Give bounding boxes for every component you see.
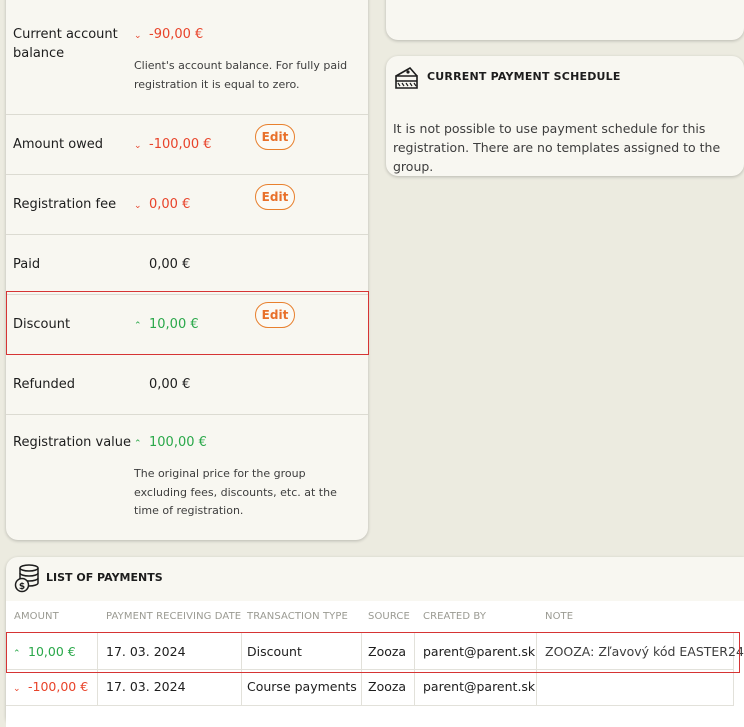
balance-row-registration-value: Registration value ⌃ 100,00 € The origina… [6, 414, 368, 540]
coin-stack-icon: $ [14, 564, 39, 593]
refunded-label: Refunded [13, 377, 76, 392]
registration-fee-value: ⌄ 0,00 € [134, 195, 190, 216]
chevron-down-icon: ⌄ [134, 31, 142, 41]
column-header-note[interactable]: NOTE [545, 611, 573, 622]
refunded-value: 0,00 € [149, 377, 191, 392]
divider [6, 705, 734, 706]
payment-amount: ⌄ -100,00 € [13, 679, 88, 697]
amount-owed-label: Amount owed [13, 137, 104, 152]
column-header-type[interactable]: TRANSACTION TYPE [247, 611, 348, 622]
chevron-down-icon: ⌄ [134, 201, 142, 211]
balance-row-amount-owed: Amount owed ⌄ -100,00 € Edit [6, 114, 368, 175]
paid-value: 0,00 € [149, 257, 191, 272]
registration-value-label: Registration value [13, 435, 132, 450]
column-header-amount[interactable]: AMOUNT [14, 611, 59, 622]
balance-row-paid: Paid 0,00 € [6, 234, 368, 295]
cake-slice-icon [395, 66, 418, 89]
chevron-down-icon: ⌄ [13, 684, 21, 694]
payment-source: Zooza [368, 679, 407, 694]
registration-fee-edit-button[interactable]: Edit [255, 184, 295, 210]
amount-owed-edit-button[interactable]: Edit [255, 124, 295, 150]
payments-title: LIST OF PAYMENTS [46, 571, 163, 584]
paid-label: Paid [13, 257, 41, 272]
payment-type: Course payments [247, 679, 357, 694]
payment-schedule-title: CURRENT PAYMENT SCHEDULE [427, 70, 621, 83]
chevron-down-icon: ⌄ [134, 141, 142, 151]
current-balance-value: ⌄ -90,00 € [134, 25, 203, 46]
current-balance-help: Client's account balance. For fully paid… [134, 59, 348, 91]
current-balance-label: Current account balance [13, 27, 118, 61]
column-header-created-by[interactable]: CREATED BY [423, 611, 486, 622]
column-header-date[interactable]: PAYMENT RECEIVING DATE [106, 611, 241, 622]
svg-text:$: $ [19, 582, 25, 592]
payment-date: 17. 03. 2024 [106, 679, 186, 694]
payment-schedule-card: CURRENT PAYMENT SCHEDULE It is not possi… [386, 56, 744, 176]
registration-value-value: ⌃ 100,00 € [134, 433, 207, 454]
balance-card: Current account balance ⌄ -90,00 € Client… [6, 0, 368, 540]
payment-schedule-text: It is not possible to use payment schedu… [393, 121, 721, 174]
balance-row-refunded: Refunded 0,00 € [6, 354, 368, 415]
payment-created-by: parent@parent.sk [423, 679, 536, 694]
amount-owed-value: ⌄ -100,00 € [134, 135, 212, 156]
balance-row-current: Current account balance ⌄ -90,00 € Client… [6, 0, 368, 115]
top-right-card [386, 0, 744, 40]
registration-fee-label: Registration fee [13, 197, 117, 212]
balance-row-registration-fee: Registration fee ⌄ 0,00 € Edit [6, 174, 368, 235]
payment-row-highlight [6, 632, 740, 673]
chevron-up-icon: ⌃ [134, 439, 142, 449]
registration-value-help: The original price for the group excludi… [134, 467, 337, 517]
column-header-source[interactable]: SOURCE [368, 611, 410, 622]
discount-highlight [6, 291, 369, 355]
